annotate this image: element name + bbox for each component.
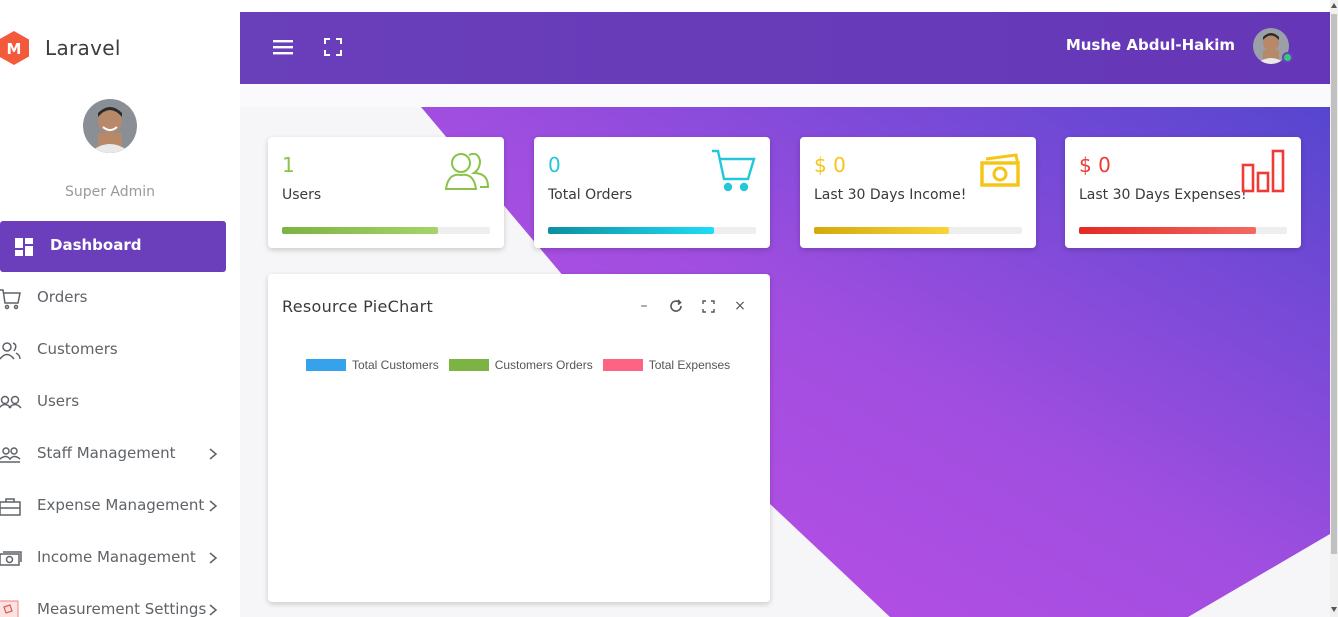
sidebar-item-label: Expense Management [37, 496, 205, 514]
box-icon [0, 600, 19, 617]
sidebar: M Laravel Super Admin Dashboard Orders C… [0, 12, 240, 617]
top-header: Mushe Abdul-Hakim [240, 12, 1330, 84]
sidebar-item-measurement-settings[interactable]: Measurement Settings [0, 585, 240, 617]
staff-icon [0, 447, 21, 463]
scroll-up-icon[interactable] [1331, 2, 1337, 10]
refresh-button[interactable] [660, 296, 692, 316]
stat-card-total-orders[interactable]: 0 Total Orders [534, 137, 770, 248]
dashboard-icon [15, 238, 33, 256]
sidebar-item-users[interactable]: Users [0, 377, 240, 429]
sidebar-nav: Dashboard Orders Customers Users Staff M… [0, 221, 240, 617]
sidebar-item-label: Measurement Settings [37, 600, 207, 617]
sidebar-item-staff-management[interactable]: Staff Management [0, 429, 240, 481]
progress-track [1079, 227, 1287, 234]
brand-name: Laravel [45, 36, 121, 60]
legend-swatch [602, 359, 643, 371]
legend-item-customers-orders[interactable]: Customers Orders [448, 358, 593, 372]
fullscreen-icon[interactable] [323, 37, 343, 57]
legend-label: Total Expenses [648, 358, 731, 372]
stat-label: Last 30 Days Income! [814, 187, 967, 203]
briefcase-icon [0, 498, 21, 516]
expand-icon [701, 299, 715, 313]
cart-icon [712, 149, 756, 192]
hamburger-menu-icon[interactable] [273, 37, 293, 57]
chevron-right-icon [209, 604, 218, 616]
stat-label: Last 30 Days Expenses! [1079, 187, 1247, 203]
legend-label: Customers Orders [494, 358, 593, 372]
money-icon [0, 551, 22, 566]
chevron-right-icon [209, 552, 218, 564]
panel-title: Resource PieChart [282, 297, 434, 316]
brand[interactable]: M Laravel [0, 12, 240, 84]
chevron-right-icon [209, 500, 218, 512]
legend-swatch [306, 359, 346, 371]
close-button[interactable]: × [724, 296, 756, 316]
progress-fill [1079, 227, 1256, 234]
sidebar-item-income-management[interactable]: Income Management [0, 533, 240, 585]
customers-icon [0, 342, 21, 360]
resource-piechart-panel: Resource PieChart – × Total Customers Cu… [268, 274, 770, 602]
progress-track [814, 227, 1022, 234]
online-status-dot [1282, 52, 1293, 63]
stat-value: $ 0 [814, 153, 846, 177]
user-role: Super Admin [64, 184, 156, 200]
progress-fill [814, 227, 950, 234]
stat-value: 1 [282, 153, 295, 177]
bar-chart-icon [1241, 149, 1285, 193]
sidebar-item-customers[interactable]: Customers [0, 325, 240, 377]
users-outline-icon [444, 152, 490, 190]
user-name[interactable]: Mushe Abdul-Hakim [1066, 36, 1235, 54]
avatar[interactable] [83, 99, 137, 153]
sidebar-item-label: Orders [37, 288, 88, 306]
sidebar-item-label: Income Management [37, 548, 196, 566]
brand-logo-icon: M [0, 31, 29, 65]
expand-button[interactable] [692, 296, 724, 316]
progress-track [282, 227, 490, 234]
stat-label: Users [282, 187, 322, 203]
cart-icon [0, 289, 21, 310]
sidebar-item-dashboard[interactable]: Dashboard [0, 221, 226, 272]
stat-card-expenses[interactable]: $ 0 Last 30 Days Expenses! [1065, 137, 1301, 248]
progress-track [548, 227, 756, 234]
users-icon [0, 395, 22, 409]
sidebar-item-expense-management[interactable]: Expense Management [0, 481, 240, 533]
svg-text:M: M [7, 40, 22, 58]
legend-item-total-expenses[interactable]: Total Expenses [602, 358, 731, 372]
panel-tools: – × [628, 296, 756, 316]
progress-fill [548, 227, 715, 234]
chevron-right-icon [209, 448, 218, 460]
scroll-down-icon[interactable] [1331, 605, 1337, 613]
stat-value: $ 0 [1079, 153, 1111, 177]
progress-fill [282, 227, 438, 234]
chart-legend: Total Customers Customers Orders Total E… [306, 358, 740, 372]
legend-swatch [448, 359, 489, 371]
top-strip [0, 0, 1330, 12]
scrollbar-thumb[interactable] [1331, 14, 1337, 554]
legend-item-total-customers[interactable]: Total Customers [306, 358, 439, 372]
sidebar-item-orders[interactable]: Orders [0, 273, 240, 325]
sidebar-item-label: Dashboard [50, 236, 142, 254]
stat-card-income[interactable]: $ 0 Last 30 Days Income! [800, 137, 1036, 248]
stat-label: Total Orders [548, 187, 633, 203]
sidebar-item-label: Staff Management [37, 444, 176, 462]
legend-label: Total Customers [352, 358, 439, 372]
refresh-icon [670, 299, 682, 312]
minimize-button[interactable]: – [628, 296, 660, 316]
stat-card-users[interactable]: 1 Users [268, 137, 504, 248]
stat-value: 0 [548, 153, 561, 177]
sidebar-item-label: Customers [37, 340, 118, 358]
page-scrollbar[interactable] [1330, 0, 1338, 617]
sidebar-item-label: Users [37, 392, 80, 410]
cash-icon [980, 153, 1020, 187]
